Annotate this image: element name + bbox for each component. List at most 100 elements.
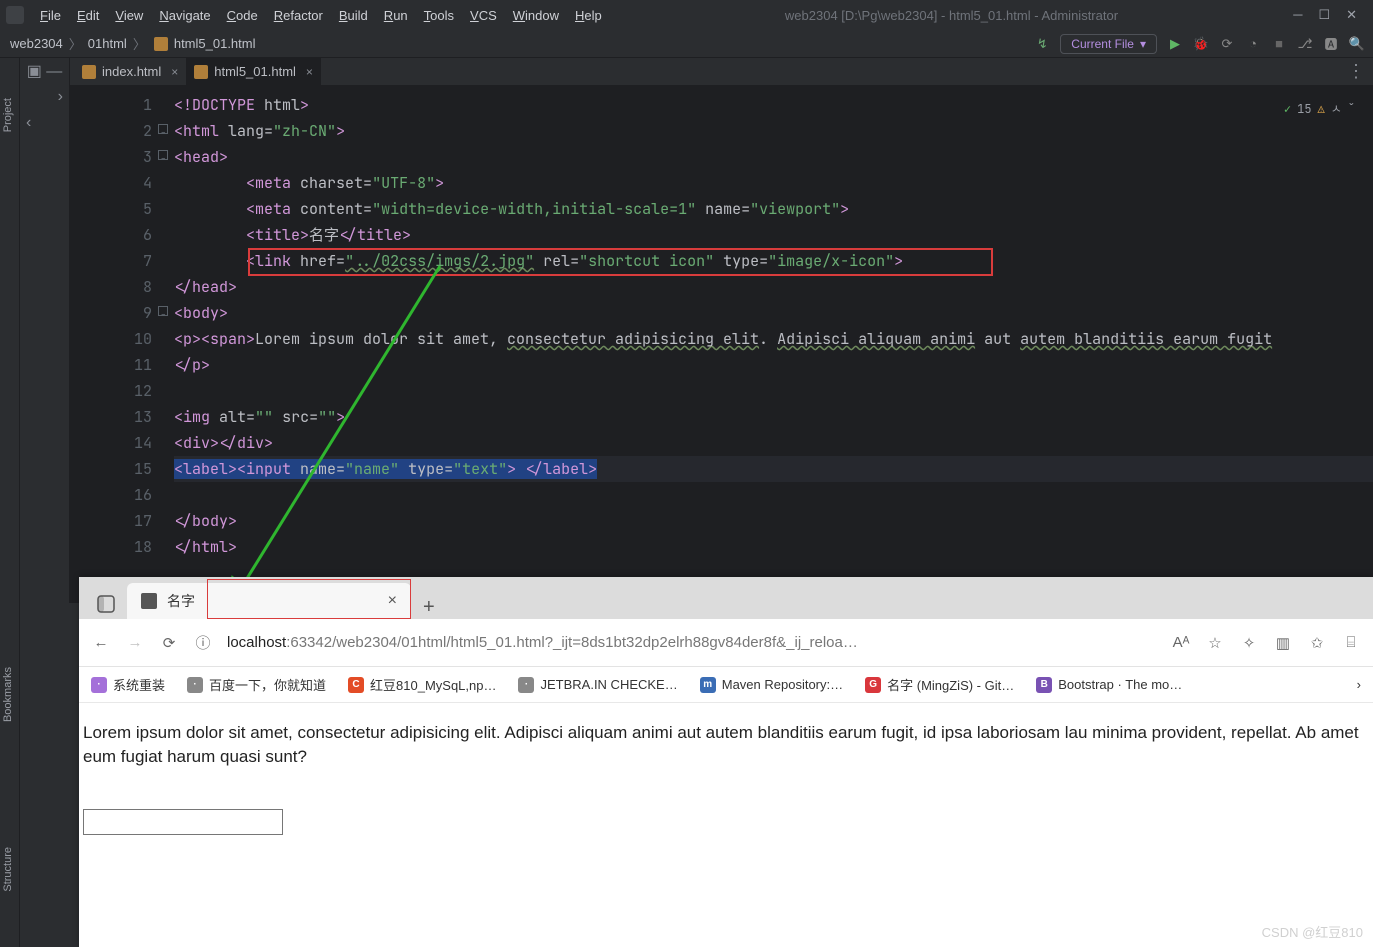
menu-refactor[interactable]: Refactor [266,6,331,25]
structure-tool-tab[interactable]: Structure [2,847,14,892]
expand-icon[interactable]: › [20,84,69,110]
code-line-17[interactable]: </body> [174,508,1373,534]
bookmark-item[interactable]: ·JETBRA.IN CHECKE… [518,677,677,693]
code-line-16[interactable] [174,482,1373,508]
inspection-widget[interactable]: ✓ 15 ⚠ ㅅˇ [1284,96,1355,122]
menu-navigate[interactable]: Navigate [151,6,218,25]
build-hammer-icon[interactable]: ↯ [1034,36,1050,52]
editor-tab-index[interactable]: index.html × [74,58,186,86]
collections-icon[interactable]: ✩ [1307,633,1327,653]
tab-actions-icon[interactable] [91,589,121,619]
close-icon[interactable]: ✕ [1346,7,1357,23]
file-icon [154,37,168,51]
address-bar: ← → ⟳ ⓘ localhost:63342/web2304/01html/h… [79,619,1373,667]
code-line-8[interactable]: </head> [174,274,1373,300]
bookmarks-tool-tab[interactable]: Bookmarks [2,667,14,722]
bookmark-item[interactable]: ·百度一下，你就知道 [187,675,326,694]
editor-tab-html5[interactable]: html5_01.html × [186,58,321,86]
menu-tools[interactable]: Tools [416,6,462,25]
menu-build[interactable]: Build [331,6,376,25]
editor: index.html × html5_01.html × ⋮ 123456789… [70,58,1373,603]
code-line-3[interactable]: <head> [174,144,1373,170]
extensions-icon[interactable]: ⌸ [1341,633,1361,653]
new-tab-button[interactable]: + [411,596,447,619]
back-icon[interactable]: ← [91,633,111,653]
reload-icon[interactable]: ⟳ [159,633,179,653]
menu-run[interactable]: Run [376,6,416,25]
nav-bar: web2304 〉 01html 〉 html5_01.html ↯ Curre… [0,30,1373,58]
git-icon[interactable]: ⎇ [1297,36,1313,52]
code-line-18[interactable]: </html> [174,534,1373,560]
page-text-input[interactable] [83,809,283,835]
profile-icon[interactable]: ◔ [1245,36,1261,52]
browser-tab-strip: 名字 × + [79,577,1373,619]
translate-icon[interactable]: 🅰 [1323,36,1339,52]
bookmarks-overflow-icon[interactable]: › [1357,677,1361,692]
bookmarks-bar: ·系统重装 ·百度一下，你就知道 C红豆810_MySqL,np… ·JETBRA.I… [79,667,1373,703]
maximize-icon[interactable]: ☐ [1318,7,1330,23]
close-tab-icon[interactable]: × [388,592,397,610]
bookmark-item[interactable]: C红豆810_MySqL,np… [348,675,496,694]
html-file-icon [194,65,208,79]
code-line-2[interactable]: <html lang="zh-CN"> [174,118,1373,144]
split-icon[interactable]: ▥ [1273,633,1293,653]
forward-icon[interactable]: → [125,633,145,653]
menu-file[interactable]: File [32,6,69,25]
project-tool-window: ▣ — › ‹ [20,58,70,603]
window-title: web2304 [D:\Pg\web2304] - html5_01.html … [610,8,1293,23]
close-tab-icon[interactable]: × [167,65,178,79]
bookmark-item[interactable]: BBootstrap · The mo… [1036,677,1182,693]
browser-window: 名字 × + ← → ⟳ ⓘ localhost:63342/web2304/0… [79,577,1373,947]
close-tab-icon[interactable]: × [302,65,313,79]
breadcrumb-folder[interactable]: 01html [86,36,129,51]
url-field[interactable]: localhost:63342/web2304/01html/html5_01.… [227,634,858,651]
menu-window[interactable]: Window [505,6,567,25]
favicon-icon [141,593,157,609]
collapse-icon[interactable]: ‹ [20,110,69,136]
bookmark-item[interactable]: G名字 (MingZiS) - Git… [865,675,1014,694]
star-icon[interactable]: ☆ [1205,633,1225,653]
favorites-icon[interactable]: ✧ [1239,633,1259,653]
code-line-9[interactable]: <body> [174,300,1373,326]
code-line-4[interactable]: <meta charset="UTF-8"> [174,170,1373,196]
read-aloud-icon[interactable]: Aᴬ [1171,633,1191,653]
search-icon[interactable]: 🔍 [1349,36,1365,52]
project-header[interactable]: ▣ — [20,58,69,84]
page-paragraph: Lorem ipsum dolor sit amet, consectetur … [83,721,1369,769]
left-rail: Project [0,58,20,603]
html-file-icon [82,65,96,79]
menu-edit[interactable]: Edit [69,6,107,25]
code-line-7[interactable]: <link href="../02css/imgs/2.jpg" rel="sh… [174,248,1373,274]
debug-icon[interactable]: 🐞 [1193,36,1209,52]
watermark: CSDN @红豆810 [1262,922,1363,941]
code-line-1[interactable]: <!DOCTYPE html> [174,92,1373,118]
code-line-15[interactable]: <label><input name="name" type="text"> <… [174,456,1373,482]
menu-vcs[interactable]: VCS [462,6,505,25]
browser-tab[interactable]: 名字 × [127,583,411,619]
coverage-icon[interactable]: ⟳ [1219,36,1235,52]
code-line-11[interactable]: </p> [174,352,1373,378]
menu-code[interactable]: Code [219,6,266,25]
breadcrumb-file[interactable]: html5_01.html [172,36,258,51]
bookmark-item[interactable]: ·系统重装 [91,675,165,694]
code-line-14[interactable]: <div></div> [174,430,1373,456]
run-config-dropdown[interactable]: Current File▾ [1060,34,1157,54]
code-line-6[interactable]: <title>名字</title> [174,222,1373,248]
site-info-icon[interactable]: ⓘ [193,633,213,653]
minimize-icon[interactable]: ─ [1293,7,1302,23]
menu-help[interactable]: Help [567,6,610,25]
run-icon[interactable]: ▶ [1167,36,1183,52]
code-line-5[interactable]: <meta content="width=device-width,initia… [174,196,1373,222]
tab-menu-icon[interactable]: ⋮ [1347,61,1373,82]
project-tool-tab[interactable]: Project [2,98,14,132]
code-line-13[interactable]: <img alt="" src=""> [174,404,1373,430]
editor-tabs: index.html × html5_01.html × ⋮ [70,58,1373,86]
browser-tab-title: 名字 [167,591,195,611]
menu-view[interactable]: View [107,6,151,25]
code-line-10[interactable]: <p><span>Lorem ipsum dolor sit amet, con… [174,326,1373,352]
stop-icon[interactable]: ■ [1271,36,1287,52]
breadcrumb-root[interactable]: web2304 [8,36,65,51]
bookmark-item[interactable]: mMaven Repository:… [700,677,843,693]
code-area[interactable]: 123456789101112131415161718 <!DOCTYPE ht… [70,86,1373,603]
code-line-12[interactable] [174,378,1373,404]
